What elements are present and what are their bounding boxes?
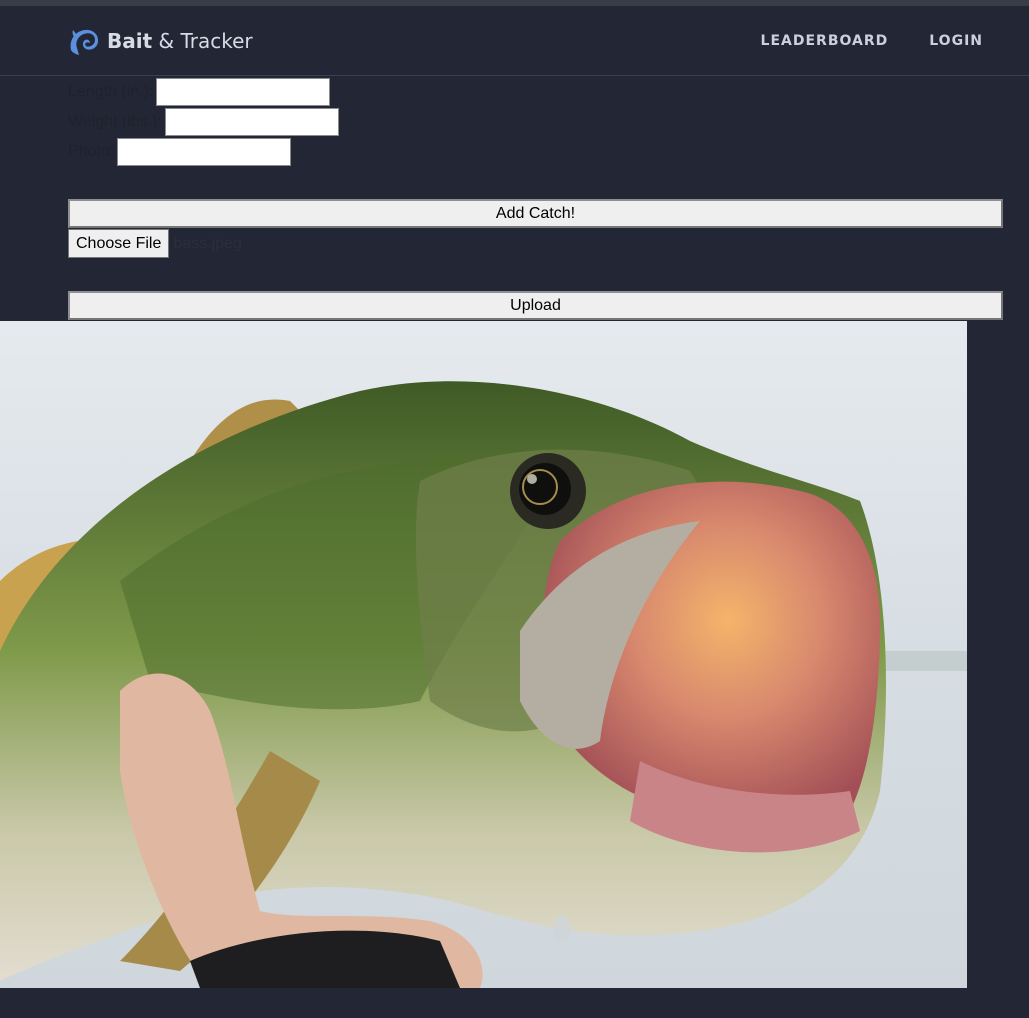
weight-label: Weight (lbs.): [68,113,162,130]
photo-label: Photo: [68,143,115,160]
file-picker: Choose File bass.jpeg [68,229,242,258]
add-catch-button[interactable]: Add Catch! [68,199,1003,228]
photo-row: Photo: [68,137,292,167]
choose-file-button[interactable]: Choose File [68,229,170,258]
navbar: Bait & Tracker LEADERBOARD LOGIN [0,6,1029,76]
uploaded-catch-photo [0,321,967,988]
length-label: Length (in.): [68,83,154,100]
weight-row: Weight (lbs.): [68,107,339,137]
brand[interactable]: Bait & Tracker [67,24,253,58]
nav-links: LEADERBOARD LOGIN [720,33,983,49]
nav-login-link[interactable]: LOGIN [929,33,983,49]
brand-name-bold: Bait [107,29,153,53]
upload-button[interactable]: Upload [68,291,1003,320]
weight-input[interactable] [164,108,339,136]
brand-name-rest: & Tracker [152,29,253,53]
nav-leaderboard-link[interactable]: LEADERBOARD [761,33,889,49]
length-row: Length (in.): [68,77,331,107]
brand-name: Bait & Tracker [107,29,253,53]
selected-file-name: bass.jpeg [173,234,242,252]
photo-input[interactable] [117,138,292,166]
fish-logo-icon [67,24,101,58]
length-input[interactable] [156,78,331,106]
